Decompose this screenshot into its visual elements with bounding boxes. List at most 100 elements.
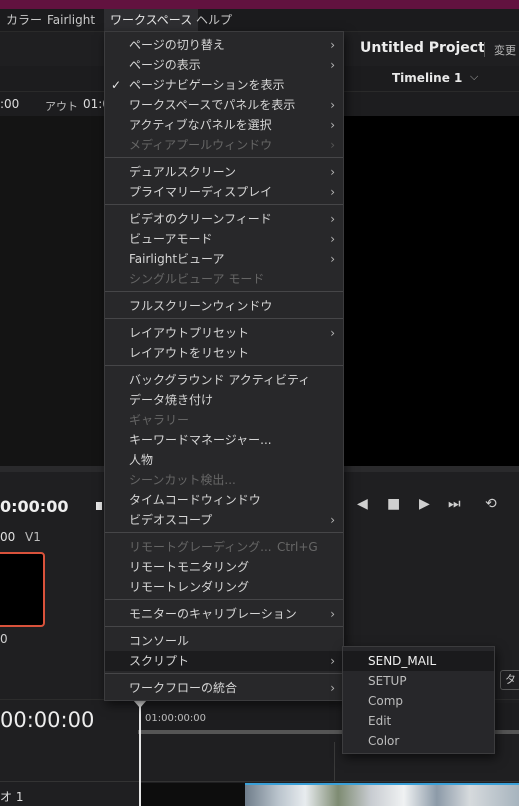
workspace-dropdown-menu: ページの切り替え › ページの表示 › ✓ ページナビゲーションを表示 ワークスペース…: [104, 31, 344, 701]
submenu-arrow-icon: ›: [330, 165, 335, 179]
menu-fairlight[interactable]: Fairlight: [47, 9, 95, 31]
submenu-arrow-icon: ›: [330, 513, 335, 527]
track-separator: [0, 781, 519, 782]
menu-item-workflow-integration[interactable]: ワークフローの統合 ›: [105, 678, 343, 698]
menu-separator: [105, 532, 343, 533]
menu-separator: [105, 318, 343, 319]
submenu-arrow-icon: ›: [330, 38, 335, 52]
menu-separator: [105, 365, 343, 366]
prev-frame-icon[interactable]: ◀: [357, 496, 368, 512]
menu-item-viewer-mode[interactable]: ビューアモード ›: [105, 229, 343, 249]
title-accent-strip: [0, 0, 519, 9]
submenu-arrow-icon: ›: [330, 607, 335, 621]
submenu-item-send-mail[interactable]: SEND_MAIL: [343, 651, 494, 671]
stop-icon[interactable]: ■: [387, 496, 400, 512]
menu-separator: [105, 291, 343, 292]
submenu-arrow-icon: ›: [330, 252, 335, 266]
menu-item-show-panel-in-workspace[interactable]: ワークスペースでパネルを表示 ›: [105, 95, 343, 115]
submenu-arrow-icon: ›: [330, 58, 335, 72]
chevron-down-icon[interactable]: ⌵: [470, 70, 478, 84]
submenu-item-comp[interactable]: Comp: [343, 691, 494, 711]
play-icon[interactable]: ▶: [419, 496, 430, 512]
menu-item-dual-screen[interactable]: デュアルスクリーン ›: [105, 162, 343, 182]
submenu-item-setup[interactable]: SETUP: [343, 671, 494, 691]
menu-item-fullscreen-window[interactable]: フルスクリーンウィンドウ: [105, 296, 343, 316]
change-button[interactable]: 変更: [494, 42, 516, 58]
timeline-viewer[interactable]: [344, 116, 519, 466]
track-gap: [140, 783, 245, 806]
shortcut-label: Ctrl+G: [277, 540, 318, 554]
viewer-timecode: 0:00:00: [0, 497, 69, 516]
menu-color[interactable]: カラー: [6, 9, 42, 31]
menu-item-primary-display[interactable]: プライマリーディスプレイ ›: [105, 182, 343, 202]
clip-thumbnail[interactable]: [0, 552, 45, 627]
menu-item-show-page[interactable]: ページの表示 ›: [105, 55, 343, 75]
in-timecode: :00: [0, 97, 20, 111]
menu-item-show-page-navigation[interactable]: ✓ ページナビゲーションを表示: [105, 75, 343, 95]
submenu-item-color[interactable]: Color: [343, 731, 494, 751]
tab-button[interactable]: タ: [500, 670, 519, 690]
audio-track-label: オ 1: [0, 790, 24, 804]
menu-item-single-viewer-mode: シングルビューア モード: [129, 272, 265, 286]
menu-item-remote-rendering[interactable]: リモートレンダリング: [105, 577, 343, 597]
menu-item-switch-page[interactable]: ページの切り替え ›: [105, 35, 343, 55]
menu-item-gallery: ギャラリー: [129, 413, 190, 427]
menu-item-video-clean-feed[interactable]: ビデオのクリーンフィード ›: [105, 209, 343, 229]
menu-bar: カラー Fairlight ワークスペース ヘルプ: [0, 9, 519, 32]
menu-separator: [105, 599, 343, 600]
menu-item-people[interactable]: 人物: [105, 450, 343, 470]
menu-separator: [105, 204, 343, 205]
submenu-arrow-icon: ›: [330, 681, 335, 695]
menu-item-media-pool-window: メディアプールウィンドウ ›: [105, 135, 343, 155]
menu-item-data-burn-in[interactable]: データ焼き付け: [105, 390, 343, 410]
next-clip-icon[interactable]: ⏭: [448, 496, 461, 512]
menu-item-reset-layout[interactable]: レイアウトをリセット: [105, 343, 343, 363]
clip-selection-line: [245, 783, 519, 785]
track-divider: [334, 742, 335, 782]
clip-timecode: 00: [0, 530, 16, 544]
menu-item-console[interactable]: コンソール: [105, 631, 343, 651]
submenu-item-edit[interactable]: Edit: [343, 711, 494, 731]
menu-item-remote-grading: リモートグレーディング... Ctrl+G: [105, 537, 343, 557]
menu-item-timecode-window[interactable]: タイムコードウィンドウ: [105, 490, 343, 510]
submenu-arrow-icon: ›: [330, 98, 335, 112]
menu-item-layout-presets[interactable]: レイアウトプリセット ›: [105, 323, 343, 343]
menu-item-monitor-calibration[interactable]: モニターのキャリブレーション ›: [105, 604, 343, 624]
submenu-arrow-icon: ›: [330, 118, 335, 132]
submenu-arrow-icon: ›: [330, 654, 335, 668]
out-label: アウト: [45, 100, 78, 113]
playhead-handle[interactable]: [133, 700, 147, 708]
scripts-submenu: SEND_MAIL SETUP Comp Edit Color: [342, 646, 495, 754]
jog-handle[interactable]: [96, 502, 102, 510]
submenu-arrow-icon: ›: [330, 185, 335, 199]
checkmark-icon: ✓: [111, 78, 122, 92]
menu-item-scene-cut-detection: シーンカット検出...: [129, 473, 236, 487]
menu-item-scripts[interactable]: スクリプト ›: [105, 651, 343, 671]
submenu-arrow-icon: ›: [330, 138, 335, 152]
submenu-arrow-icon: ›: [330, 232, 335, 246]
timeline-name-dropdown[interactable]: Timeline 1: [392, 71, 462, 85]
menu-item-fairlight-viewer[interactable]: Fairlightビューア ›: [105, 249, 343, 269]
loop-icon[interactable]: ⟲: [485, 496, 497, 512]
menu-item-keyword-manager[interactable]: キーワードマネージャー...: [105, 430, 343, 450]
project-title: Untitled Project: [360, 40, 485, 56]
menu-item-select-active-panel[interactable]: アクティブなパネルを選択 ›: [105, 115, 343, 135]
timeline-timecode: 00:00:00: [0, 708, 95, 732]
clip-filmstrip[interactable]: [245, 783, 519, 806]
ruler-timecode: 01:00:00:00: [145, 713, 207, 724]
menu-workspace[interactable]: ワークスペース: [104, 9, 199, 31]
source-viewer[interactable]: [0, 116, 104, 466]
submenu-arrow-icon: ›: [330, 326, 335, 340]
title-separator: [484, 42, 485, 57]
menu-item-remote-monitoring[interactable]: リモートモニタリング: [105, 557, 343, 577]
menu-item-video-scopes[interactable]: ビデオスコープ ›: [105, 510, 343, 530]
playhead[interactable]: [139, 700, 141, 806]
menu-item-background-activity[interactable]: バックグラウンド アクティビティ: [105, 370, 343, 390]
clip-track-label: V1: [25, 530, 41, 544]
menu-separator: [105, 157, 343, 158]
menu-separator: [105, 673, 343, 674]
menu-separator: [105, 626, 343, 627]
clip-number: 0: [0, 632, 8, 646]
submenu-arrow-icon: ›: [330, 212, 335, 226]
menu-help[interactable]: ヘルプ: [196, 9, 232, 31]
